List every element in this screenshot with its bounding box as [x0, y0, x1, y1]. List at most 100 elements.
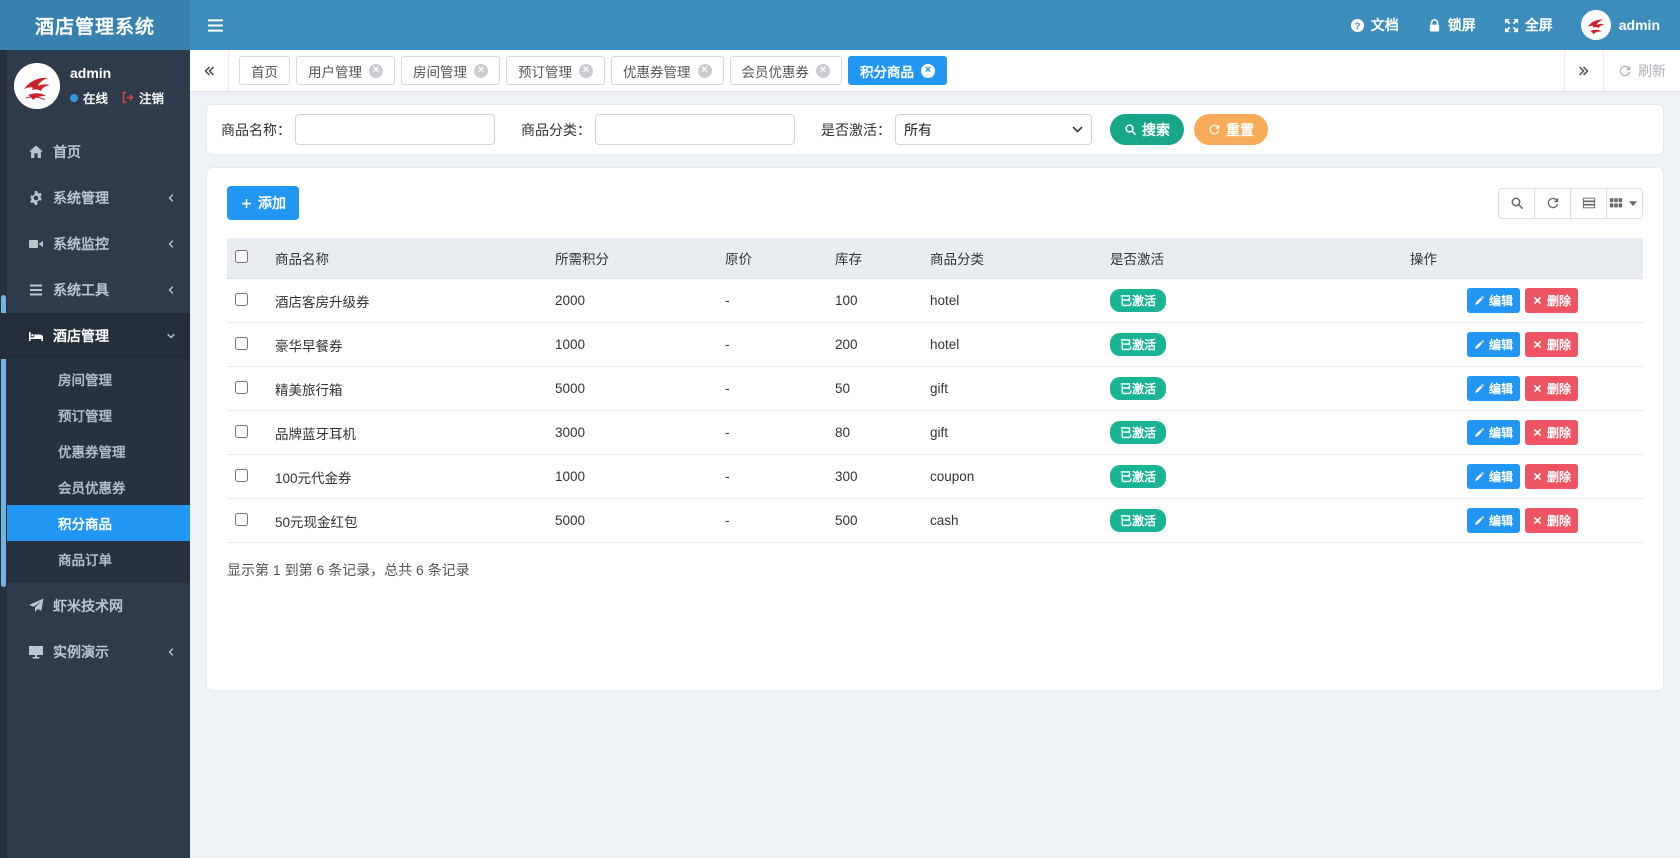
column-header: 原价	[717, 238, 827, 279]
row-checkbox[interactable]	[235, 292, 248, 306]
delete-button[interactable]: 删除	[1525, 508, 1579, 533]
sidebar-subitem[interactable]: 优惠券管理	[0, 433, 190, 469]
content-area: 首页 用户管理 × 房间管理 × 预订管理 × 优惠券管理 × 会员优惠券 × 积分商品 × 刷新 商品…	[190, 50, 1680, 858]
name-filter-input[interactable]	[295, 114, 495, 145]
table-row: 品牌蓝牙耳机 3000-80 gift 已激活 编辑 删除	[227, 410, 1643, 455]
sidebar-item-system-tools[interactable]: 系统工具	[0, 267, 190, 313]
tab-label: 积分商品	[860, 64, 914, 80]
cell-original-price: -	[717, 454, 827, 499]
pencil-icon	[1475, 339, 1485, 349]
search-button[interactable]: 搜索	[1110, 114, 1184, 145]
sidebar-item-hotel-admin[interactable]: 酒店管理	[0, 313, 190, 359]
tab-item[interactable]: 预订管理 ×	[506, 56, 605, 85]
tabs-scroll-right-button[interactable]	[1564, 50, 1603, 91]
filter-panel: 商品名称： 商品分类： 是否激活： 所有 搜索 重置	[206, 104, 1664, 155]
toggle-search-button[interactable]	[1498, 187, 1535, 219]
table-panel: 添加 商品名称 所需积分 原价 库存 商品分类 是否激活 操作 酒店客房升级券 …	[206, 167, 1664, 691]
tab-close-icon[interactable]: ×	[474, 63, 488, 78]
tab-close-icon[interactable]: ×	[816, 63, 830, 78]
refresh-label: 刷新	[1638, 62, 1666, 79]
delete-button[interactable]: 删除	[1525, 288, 1579, 313]
sidebar-menu: 首页 系统管理 系统监控 系统工具 酒店管理 房间管理 预订管理 优惠券管理 会…	[0, 129, 190, 675]
docs-link[interactable]: ? 文档	[1350, 15, 1399, 35]
sidebar-subitem[interactable]: 会员优惠券	[0, 469, 190, 505]
category-filter-input[interactable]	[595, 114, 795, 145]
add-button[interactable]: 添加	[227, 186, 299, 220]
hamburger-icon	[207, 18, 224, 32]
logout-link[interactable]: 注销	[139, 88, 164, 107]
row-checkbox[interactable]	[235, 424, 248, 438]
refresh-table-button[interactable]	[1534, 187, 1571, 219]
fullscreen-link[interactable]: 全屏	[1504, 15, 1553, 35]
refresh-icon	[1619, 65, 1631, 76]
tab-item[interactable]: 优惠券管理 ×	[611, 56, 724, 85]
paper-plane-icon	[29, 598, 44, 612]
edit-button[interactable]: 编辑	[1466, 288, 1520, 313]
sidebar-subitem[interactable]: 积分商品	[0, 505, 190, 541]
tab-label: 用户管理	[308, 64, 362, 80]
cell-product-name: 50元现金红包	[267, 498, 547, 543]
delete-button[interactable]: 删除	[1525, 376, 1579, 401]
refresh-tab-button[interactable]: 刷新	[1603, 50, 1680, 91]
tab-item[interactable]: 房间管理 ×	[401, 56, 500, 85]
tab-item[interactable]: 首页	[239, 56, 290, 85]
row-checkbox[interactable]	[235, 336, 248, 350]
app-logo[interactable]: 酒店管理系统	[0, 0, 190, 50]
sidebar-item-home[interactable]: 首页	[0, 129, 190, 175]
sidebar-subitem[interactable]: 预订管理	[0, 397, 190, 433]
table-toolbar	[1498, 187, 1643, 219]
row-checkbox[interactable]	[235, 468, 248, 482]
tabs-scroll-left-button[interactable]	[190, 50, 229, 91]
sidebar-subitem[interactable]: 房间管理	[0, 361, 190, 397]
tab-close-icon[interactable]: ×	[369, 63, 383, 78]
edit-button[interactable]: 编辑	[1466, 332, 1520, 357]
hotel-submenu: 房间管理 预订管理 优惠券管理 会员优惠券 积分商品 商品订单	[0, 359, 190, 583]
edit-button[interactable]: 编辑	[1466, 376, 1520, 401]
sidebar-item-demo[interactable]: 实例演示	[0, 629, 190, 675]
name-filter-label: 商品名称：	[221, 121, 291, 138]
column-header: 商品分类	[922, 238, 1102, 279]
cell-stock: 200	[827, 322, 922, 367]
double-angle-right-icon	[1579, 66, 1589, 75]
tab-close-icon[interactable]: ×	[921, 63, 935, 78]
products-table: 商品名称 所需积分 原价 库存 商品分类 是否激活 操作 酒店客房升级券 2000-100 ho…	[227, 238, 1643, 543]
user-info: admin 在线 注销	[70, 65, 164, 107]
column-header: 所需积分	[547, 238, 717, 279]
sidebar-item-xiami-tech[interactable]: 虾米技术网	[0, 583, 190, 629]
row-checkbox[interactable]	[235, 380, 248, 394]
tab-close-icon[interactable]: ×	[697, 63, 712, 78]
columns-button[interactable]	[1606, 187, 1643, 219]
sidebar-item-system-monitor[interactable]: 系统监控	[0, 221, 190, 267]
pagination-summary: 显示第 1 到第 6 条记录，总共 6 条记录	[227, 562, 470, 578]
select-all-checkbox[interactable]	[235, 250, 248, 263]
tab-item[interactable]: 会员优惠券 ×	[729, 56, 842, 85]
edit-button[interactable]: 编辑	[1466, 508, 1520, 533]
sidebar-subitem[interactable]: 商品订单	[0, 541, 190, 577]
delete-button[interactable]: 删除	[1525, 332, 1579, 357]
double-angle-left-icon	[204, 66, 214, 75]
tab-item[interactable]: 积分商品 ×	[848, 56, 947, 85]
tab-bar: 首页 用户管理 × 房间管理 × 预订管理 × 优惠券管理 × 会员优惠券 × 积分商品 × 刷新	[190, 50, 1680, 92]
edit-button[interactable]: 编辑	[1466, 464, 1520, 489]
row-checkbox[interactable]	[235, 512, 248, 526]
delete-button[interactable]: 删除	[1525, 420, 1579, 445]
reset-button[interactable]: 重置	[1194, 114, 1268, 145]
active-filter-label: 是否激活：	[821, 121, 891, 138]
sidebar-toggle-button[interactable]	[190, 0, 240, 50]
gear-icon	[30, 191, 42, 205]
tab-label: 房间管理	[413, 64, 467, 80]
toggle-view-button[interactable]	[1570, 187, 1607, 219]
user-menu[interactable]: admin	[1580, 10, 1660, 40]
tab-label: 预订管理	[518, 64, 572, 80]
active-filter-select[interactable]: 所有	[895, 114, 1092, 145]
cell-stock: 300	[827, 454, 922, 499]
x-icon	[1533, 516, 1542, 525]
delete-button[interactable]: 删除	[1525, 464, 1579, 489]
table-header-row: 商品名称 所需积分 原价 库存 商品分类 是否激活 操作	[227, 238, 1643, 279]
tab-close-icon[interactable]: ×	[579, 63, 593, 78]
tab-item[interactable]: 用户管理 ×	[296, 56, 395, 85]
edit-button[interactable]: 编辑	[1466, 420, 1520, 445]
search-icon	[1511, 197, 1523, 210]
sidebar-item-system-admin[interactable]: 系统管理	[0, 175, 190, 221]
lock-screen-link[interactable]: 锁屏	[1427, 15, 1476, 35]
